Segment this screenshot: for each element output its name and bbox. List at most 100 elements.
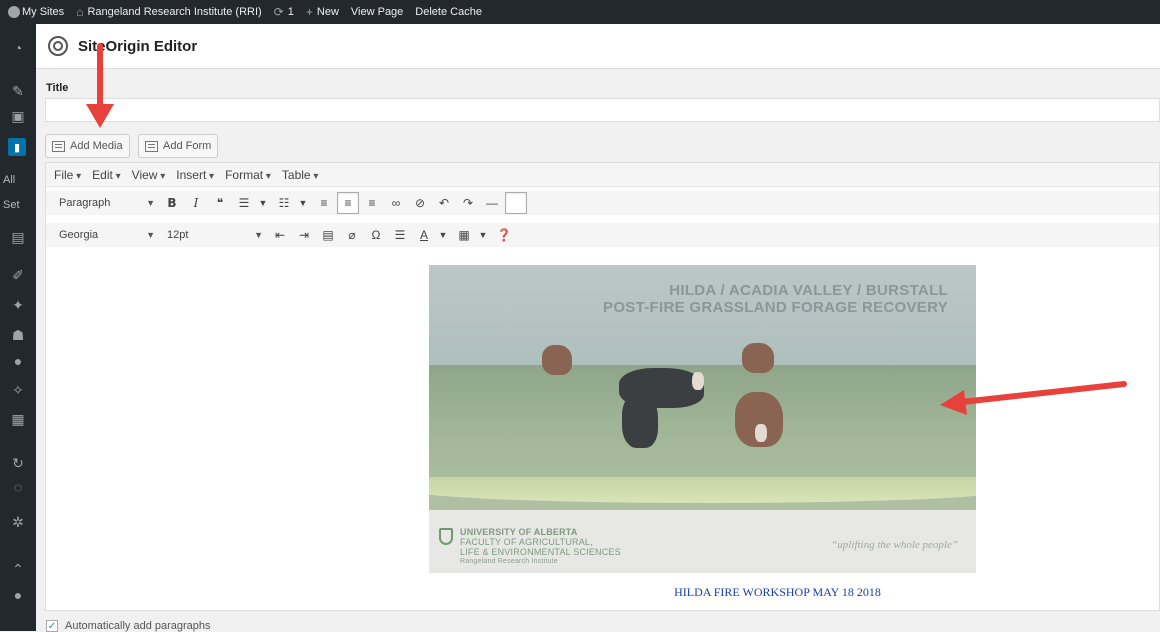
faculty-line-2: LIFE & ENVIRONMENTAL SCIENCES — [460, 547, 621, 557]
editor-menubar: File Edit View Insert Format Table — [46, 163, 1159, 187]
university-name: UNIVERSITY OF ALBERTA — [460, 527, 578, 537]
delete-cache-link[interactable]: Delete Cache — [409, 0, 488, 24]
text-color-icon[interactable]: A — [413, 224, 435, 246]
media-icon[interactable]: ▣ — [0, 105, 36, 127]
admin-menu: ◔ ✎ ▣ ▮ All Set ▤ ✐ ✦ ☗ ● ✧ ▦ ↻ ◌ ✲ ⌃ ● — [0, 24, 36, 631]
menu-table[interactable]: Table — [282, 168, 319, 182]
add-form-button[interactable]: Add Form — [138, 134, 219, 158]
font-size-select[interactable]: 12pt ▼ — [161, 225, 269, 245]
media-icon — [52, 140, 65, 152]
my-sites-link[interactable]: My Sites — [0, 0, 70, 24]
appearance-icon[interactable]: ✐ — [0, 264, 36, 286]
caret-down-icon: ▼ — [146, 230, 155, 240]
link-icon[interactable]: ∞ — [385, 192, 407, 214]
undo-icon[interactable]: ↶ — [433, 192, 455, 214]
image-caption[interactable]: HILDA FIRE WORKSHOP MAY 18 2018 — [46, 585, 1159, 600]
plus-icon: + — [305, 5, 313, 19]
numbered-list-icon[interactable]: ☷ — [273, 192, 295, 214]
loop-icon[interactable]: ◌ — [0, 476, 36, 498]
content-image[interactable]: HILDA / ACADIA VALLEY / BURSTALL POST-FI… — [429, 265, 976, 573]
my-sites-label: My Sites — [22, 6, 65, 18]
redo-icon[interactable]: ↷ — [457, 192, 479, 214]
university-motto: “uplifting the whole people” — [831, 539, 958, 551]
view-page-link[interactable]: View Page — [345, 0, 409, 24]
bold-button[interactable]: B — [161, 192, 183, 214]
pages-icon[interactable]: ▮ — [8, 138, 26, 156]
paste-text-icon[interactable]: ▤ — [317, 224, 339, 246]
toolbar-row-1: Paragraph ▼ B I ❝ ☰ ▼ ☷ ▼ ≡ ≡ ≡ ∞ ⊘ ↶ ↷ … — [46, 191, 1159, 215]
pin-icon[interactable]: ✎ — [0, 80, 36, 102]
auto-paragraphs-label: Automatically add paragraphs — [65, 620, 211, 632]
users-group-icon[interactable]: ☗ — [0, 324, 36, 346]
align-right-icon[interactable]: ≡ — [361, 192, 383, 214]
settings-gear-icon[interactable]: ✲ — [0, 511, 36, 533]
slide-title-line-1: HILDA / ACADIA VALLEY / BURSTALL — [669, 282, 948, 299]
layout-icon[interactable]: ▦ — [0, 408, 36, 430]
cow-figure — [542, 345, 572, 375]
menu-file[interactable]: File — [54, 168, 81, 182]
bullet-list-caret-icon[interactable]: ▼ — [257, 192, 269, 214]
blockquote-icon[interactable]: ❝ — [209, 192, 231, 214]
read-more-icon[interactable]: ☰ — [389, 224, 411, 246]
add-media-button[interactable]: Add Media — [45, 134, 130, 158]
auto-paragraphs-checkbox[interactable]: ✓ — [46, 620, 58, 632]
align-center-icon[interactable]: ≡ — [337, 192, 359, 214]
view-page-label: View Page — [350, 6, 404, 18]
tools-icon[interactable]: ✧ — [0, 379, 36, 401]
unlink-icon[interactable]: ⊘ — [409, 192, 431, 214]
university-shield-icon — [439, 528, 453, 545]
site-name-link[interactable]: ⌂ Rangeland Research Institute (RRI) — [70, 0, 268, 24]
slide-title-line-2: POST-FIRE GRASSLAND FORAGE RECOVERY — [603, 299, 948, 316]
home-icon: ⌂ — [76, 5, 84, 19]
panel-title: SiteOrigin Editor — [78, 37, 198, 55]
text-color-caret-icon[interactable]: ▼ — [437, 224, 449, 246]
italic-button[interactable]: I — [185, 192, 207, 214]
sub-settings[interactable]: Set — [3, 199, 20, 211]
cow-figure — [742, 343, 774, 373]
new-content-link[interactable]: + New — [300, 0, 345, 24]
institute-name: Rangeland Research Institute — [460, 558, 558, 565]
align-left-icon[interactable]: ≡ — [313, 192, 335, 214]
indent-icon[interactable]: ⇥ — [293, 224, 315, 246]
format-select-value: Paragraph — [59, 197, 111, 209]
updates-count: 1 — [287, 6, 294, 18]
menu-edit[interactable]: Edit — [92, 168, 121, 182]
dashboard-icon[interactable]: ◔ — [0, 37, 36, 59]
collapse-up-icon[interactable]: ⌃ — [0, 558, 36, 580]
admin-bar: My Sites ⌂ Rangeland Research Institute … — [0, 0, 1160, 24]
menu-view[interactable]: View — [132, 168, 166, 182]
cow-figure — [735, 392, 783, 447]
clear-format-icon[interactable]: ⌀ — [341, 224, 363, 246]
menu-format[interactable]: Format — [225, 168, 271, 182]
plugins-icon[interactable]: ✦ — [0, 294, 36, 316]
sub-all[interactable]: All — [3, 174, 15, 186]
horizontal-line-icon[interactable]: — — [481, 192, 503, 214]
bullet-list-icon[interactable]: ☰ — [233, 192, 255, 214]
help-icon[interactable]: ❓ — [493, 224, 515, 246]
new-label: New — [316, 6, 339, 18]
delete-cache-label: Delete Cache — [415, 6, 482, 18]
menu-insert[interactable]: Insert — [176, 168, 214, 182]
table-caret-icon[interactable]: ▼ — [477, 224, 489, 246]
table-icon[interactable]: ▦ — [453, 224, 475, 246]
user-icon[interactable]: ● — [0, 350, 36, 372]
toolbar-toggle-icon[interactable] — [505, 192, 527, 214]
outdent-icon[interactable]: ⇤ — [269, 224, 291, 246]
numbered-list-caret-icon[interactable]: ▼ — [297, 192, 309, 214]
auto-paragraphs-option[interactable]: ✓ Automatically add paragraphs — [46, 620, 211, 632]
add-form-label: Add Form — [163, 140, 212, 152]
gear-icon — [48, 36, 68, 56]
format-select[interactable]: Paragraph ▼ — [53, 193, 161, 213]
title-input[interactable] — [45, 98, 1160, 122]
caret-down-icon: ▼ — [146, 198, 155, 208]
circle-icon[interactable]: ● — [0, 584, 36, 606]
updates-link[interactable]: ⟳ 1 — [268, 0, 300, 24]
faculty-line-1: FACULTY OF AGRICULTURAL, — [460, 537, 593, 547]
cow-figure — [622, 393, 658, 448]
forms-icon[interactable]: ▤ — [0, 226, 36, 248]
omega-icon[interactable]: Ω — [365, 224, 387, 246]
add-media-label: Add Media — [70, 140, 123, 152]
font-family-select[interactable]: Georgia ▼ — [53, 225, 161, 245]
rich-text-editor: File Edit View Insert Format Table Parag… — [45, 162, 1160, 611]
refresh-icon[interactable]: ↻ — [0, 452, 36, 474]
